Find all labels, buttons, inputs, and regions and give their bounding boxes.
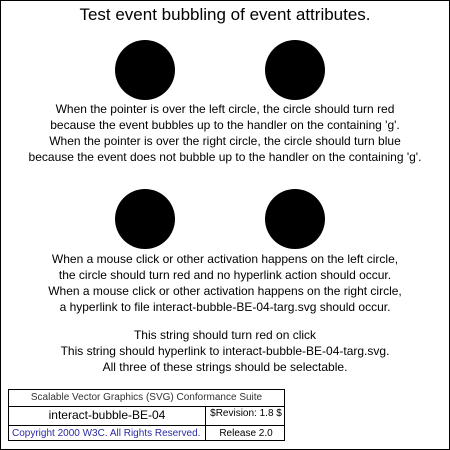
conformance-legend: Scalable Vector Graphics (SVG) Conforman… xyxy=(8,389,285,441)
turn-red-string[interactable]: This string should turn red on click xyxy=(0,327,450,343)
click-hyperlink-circle-right[interactable] xyxy=(265,189,325,249)
legend-divider xyxy=(9,425,205,426)
instruction-line: When a mouse click or other activation h… xyxy=(51,252,399,266)
legend-divider xyxy=(9,406,284,407)
release: Release 2.0 xyxy=(219,428,273,439)
suite-title: Scalable Vector Graphics (SVG) Conforman… xyxy=(30,392,263,403)
instruction-line: When the pointer is over the right circl… xyxy=(49,134,401,148)
click-bubbling-circle-left[interactable] xyxy=(115,189,175,249)
instruction-line: a hyperlink to file interact-bubble-BE-0… xyxy=(59,300,391,314)
hover-instructions: When the pointer is over the left circle… xyxy=(0,101,450,165)
instruction-line: When the pointer is over the left circle… xyxy=(55,102,395,116)
selectable-note-string[interactable]: All three of these strings should be sel… xyxy=(0,359,450,375)
click-instructions: When a mouse click or other activation h… xyxy=(0,251,450,315)
copyright: Copyright 2000 W3C. All Rights Reserved. xyxy=(12,428,201,439)
test-name: interact-bubble-BE-04 xyxy=(48,408,166,422)
string-tests: This string should turn red on click Thi… xyxy=(0,327,450,375)
hover-non-bubbling-circle-right[interactable] xyxy=(265,40,325,100)
legend-divider xyxy=(205,425,284,426)
instruction-line: When a mouse click or other activation h… xyxy=(48,284,402,298)
test-frame xyxy=(0,0,450,450)
instruction-line: because the event does not bubble up to … xyxy=(28,150,422,164)
instruction-line: the circle should turn red and no hyperl… xyxy=(58,268,392,282)
revision: $Revision: 1.8 $ xyxy=(210,408,282,419)
page-title: Test event bubbling of event attributes. xyxy=(79,5,371,24)
legend-divider xyxy=(205,406,206,441)
hyperlink-string[interactable]: This string should hyperlink to interact… xyxy=(0,343,450,359)
hover-bubbling-circle-left[interactable] xyxy=(115,40,175,100)
instruction-line: because the event bubbles up to the hand… xyxy=(50,118,400,132)
